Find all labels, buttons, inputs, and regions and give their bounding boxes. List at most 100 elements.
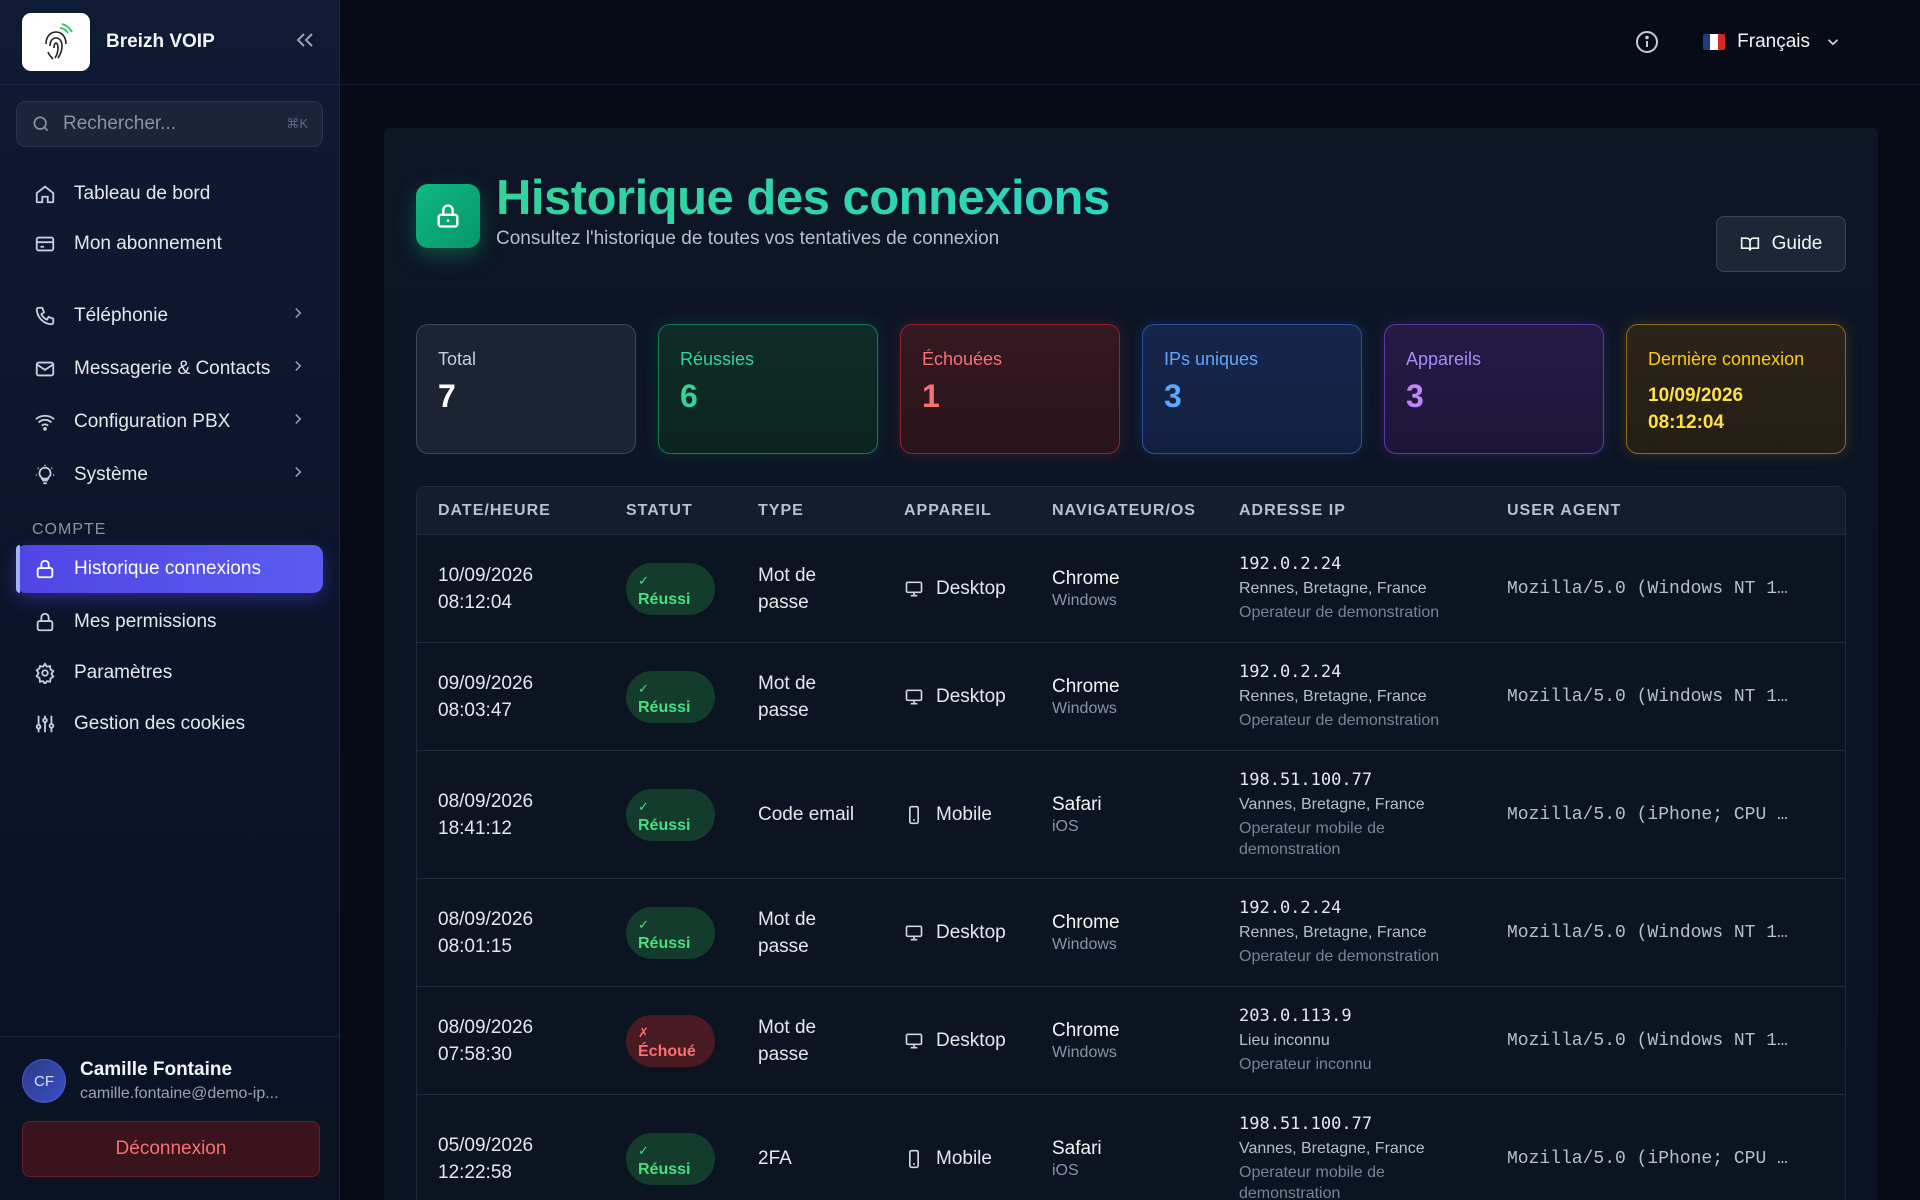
avatar[interactable]: CF [22, 1059, 66, 1103]
cell-device: Desktop [904, 922, 1052, 944]
ip-address[interactable]: 192.0.2.24 [1239, 662, 1507, 682]
column-header-device[interactable]: APPAREIL [904, 502, 1052, 520]
guide-button[interactable]: Guide [1716, 216, 1846, 272]
logout-button[interactable]: Déconnexion [22, 1121, 320, 1177]
device-label: Desktop [936, 577, 1006, 599]
ip-address[interactable]: 192.0.2.24 [1239, 898, 1507, 918]
chevron-down-icon [1824, 33, 1842, 51]
nav-item-settings[interactable]: Paramètres [16, 647, 323, 698]
cell-time: 08:03:47 [438, 699, 512, 721]
user-profile[interactable]: CF Camille Fontaine camille.fontaine@dem… [22, 1059, 318, 1103]
cell-date: 08/09/2026 [438, 790, 534, 812]
cell-ip: 192.0.2.24 Rennes, Bretagne, France Operat… [1239, 554, 1507, 623]
page-title: Historique des connexions [496, 171, 1110, 225]
ip-provider: Operateur mobile de demonstration [1239, 1163, 1385, 1200]
ip-location: Lieu inconnu [1239, 1032, 1330, 1049]
nav-label: Téléphonie [74, 304, 169, 326]
cell-date: 09/09/2026 [438, 672, 534, 694]
brand-name: Breizh VOIP [106, 31, 215, 52]
column-header-browser[interactable]: NAVIGATEUR/OS [1052, 502, 1239, 520]
cell-ip: 198.51.100.77 Vannes, Bretagne, France Ope… [1239, 1114, 1507, 1200]
cell-time: 12:22:58 [438, 1161, 512, 1183]
cell-type: Mot de passe [758, 562, 904, 616]
nav-item-messaging[interactable]: Messagerie & Contacts [16, 342, 323, 395]
chevron-right-icon [289, 410, 307, 434]
device-label: Desktop [936, 1029, 1006, 1051]
user-email: camille.fontaine@demo-ip... [80, 1085, 279, 1102]
collapse-sidebar-icon[interactable] [293, 28, 317, 57]
nav-item-pbx[interactable]: Configuration PBX [16, 395, 323, 448]
nav-label: Configuration PBX [74, 410, 231, 432]
nav-item-cookies[interactable]: Gestion des cookies [16, 698, 323, 749]
cell-date: 05/09/2026 [438, 1134, 534, 1156]
stat-card-unique-ips: IPs uniques 3 [1142, 324, 1362, 454]
cell-user-agent: Mozilla/5.0 (Windows NT 1… [1507, 1031, 1807, 1051]
ip-location: Rennes, Bretagne, France [1239, 924, 1427, 941]
chevron-right-icon [289, 304, 307, 328]
nav-label: Historique connexions [74, 558, 261, 579]
wifi-icon [32, 409, 58, 435]
last-login-date: 10/09/2026 [1648, 385, 1744, 406]
login-history-table: DATE/HEURE STATUT TYPE APPAREIL NAVIGATE… [416, 486, 1846, 1200]
column-header-ip[interactable]: ADRESSE IP [1239, 502, 1507, 520]
ip-address[interactable]: 203.0.113.9 [1239, 1006, 1507, 1026]
cell-browser: Chrome Windows [1052, 912, 1239, 954]
stat-value: 6 [680, 378, 698, 414]
nav-item-login-history[interactable]: Historique connexions [16, 545, 323, 593]
nav-item-permissions[interactable]: Mes permissions [16, 596, 323, 647]
cell-status: ✗ Échoué [626, 1014, 758, 1067]
cell-date: 08/09/2026 [438, 1016, 534, 1038]
mobile-icon [904, 805, 924, 825]
nav-item-telephony[interactable]: Téléphonie [16, 289, 323, 342]
user-agent: Mozilla/5.0 (iPhone; CPU … [1507, 1148, 1788, 1169]
auth-type: Code email [758, 804, 855, 825]
column-header-date[interactable]: DATE/HEURE [417, 502, 626, 520]
status-label: Réussi [638, 934, 691, 952]
cell-ip: 198.51.100.77 Vannes, Bretagne, France Ope… [1239, 770, 1507, 860]
ip-address[interactable]: 198.51.100.77 [1239, 770, 1507, 790]
ip-provider: Operateur inconnu [1239, 1056, 1372, 1073]
table-row[interactable]: 08/09/2026 08:01:15 ✓ Réussi Mot de passe Des… [417, 879, 1845, 987]
search-icon [31, 114, 51, 134]
cell-datetime: 08/09/2026 18:41:12 [417, 788, 626, 842]
browser-name: Chrome [1052, 567, 1120, 589]
search-input[interactable]: Rechercher... [63, 113, 286, 135]
column-header-status[interactable]: STATUT [626, 502, 758, 520]
lock-icon [416, 184, 480, 248]
table-row[interactable]: 09/09/2026 08:03:47 ✓ Réussi Mot de passe Des… [417, 643, 1845, 751]
brand-logo[interactable] [22, 13, 90, 71]
device-label: Desktop [936, 685, 1006, 707]
mail-icon [32, 356, 58, 382]
user-agent: Mozilla/5.0 (Windows NT 1… [1507, 922, 1788, 943]
table-row[interactable]: 05/09/2026 12:22:58 ✓ Réussi 2FA Mobile Safari… [417, 1095, 1845, 1200]
device-label: Desktop [936, 921, 1006, 943]
info-icon[interactable] [1635, 30, 1659, 54]
ip-address[interactable]: 192.0.2.24 [1239, 554, 1507, 574]
nav-item-subscription[interactable]: Mon abonnement [16, 219, 323, 269]
nav-item-dashboard[interactable]: Tableau de bord [16, 169, 323, 219]
nav-account: Historique connexions Mes permissions Pa… [0, 545, 339, 749]
language-selector[interactable]: Français [1703, 31, 1842, 53]
chevron-right-icon [289, 357, 307, 381]
column-header-user-agent[interactable]: USER AGENT [1507, 502, 1807, 520]
table-row[interactable]: 08/09/2026 18:41:12 ✓ Réussi Code email Mobil… [417, 751, 1845, 879]
cell-browser: Chrome Windows [1052, 568, 1239, 610]
status-badge: ✓ Réussi [626, 788, 715, 841]
table-row[interactable]: 08/09/2026 07:58:30 ✗ Échoué Mot de passe Des… [417, 987, 1845, 1095]
nav-item-system[interactable]: Système [16, 448, 323, 501]
ip-provider: Operateur de demonstration [1239, 712, 1440, 729]
credit-card-icon [32, 231, 58, 257]
cell-user-agent: Mozilla/5.0 (iPhone; CPU … [1507, 805, 1807, 825]
column-header-type[interactable]: TYPE [758, 502, 904, 520]
table-row[interactable]: 10/09/2026 08:12:04 ✓ Réussi Mot de passe Des… [417, 535, 1845, 643]
cell-type: Mot de passe [758, 670, 904, 724]
search-box[interactable]: Rechercher... ⌘K [16, 101, 323, 147]
cell-device: Mobile [904, 1148, 1052, 1170]
cell-user-agent: Mozilla/5.0 (Windows NT 1… [1507, 687, 1807, 707]
stats-cards: Total 7 Réussies 6 Échouées 1 IPs unique… [416, 324, 1846, 454]
ip-address[interactable]: 198.51.100.77 [1239, 1114, 1507, 1134]
os-name: Windows [1052, 935, 1117, 953]
auth-type: Mot de passe [758, 672, 817, 721]
stat-card-success: Réussies 6 [658, 324, 878, 454]
user-name: Camille Fontaine [80, 1059, 233, 1080]
